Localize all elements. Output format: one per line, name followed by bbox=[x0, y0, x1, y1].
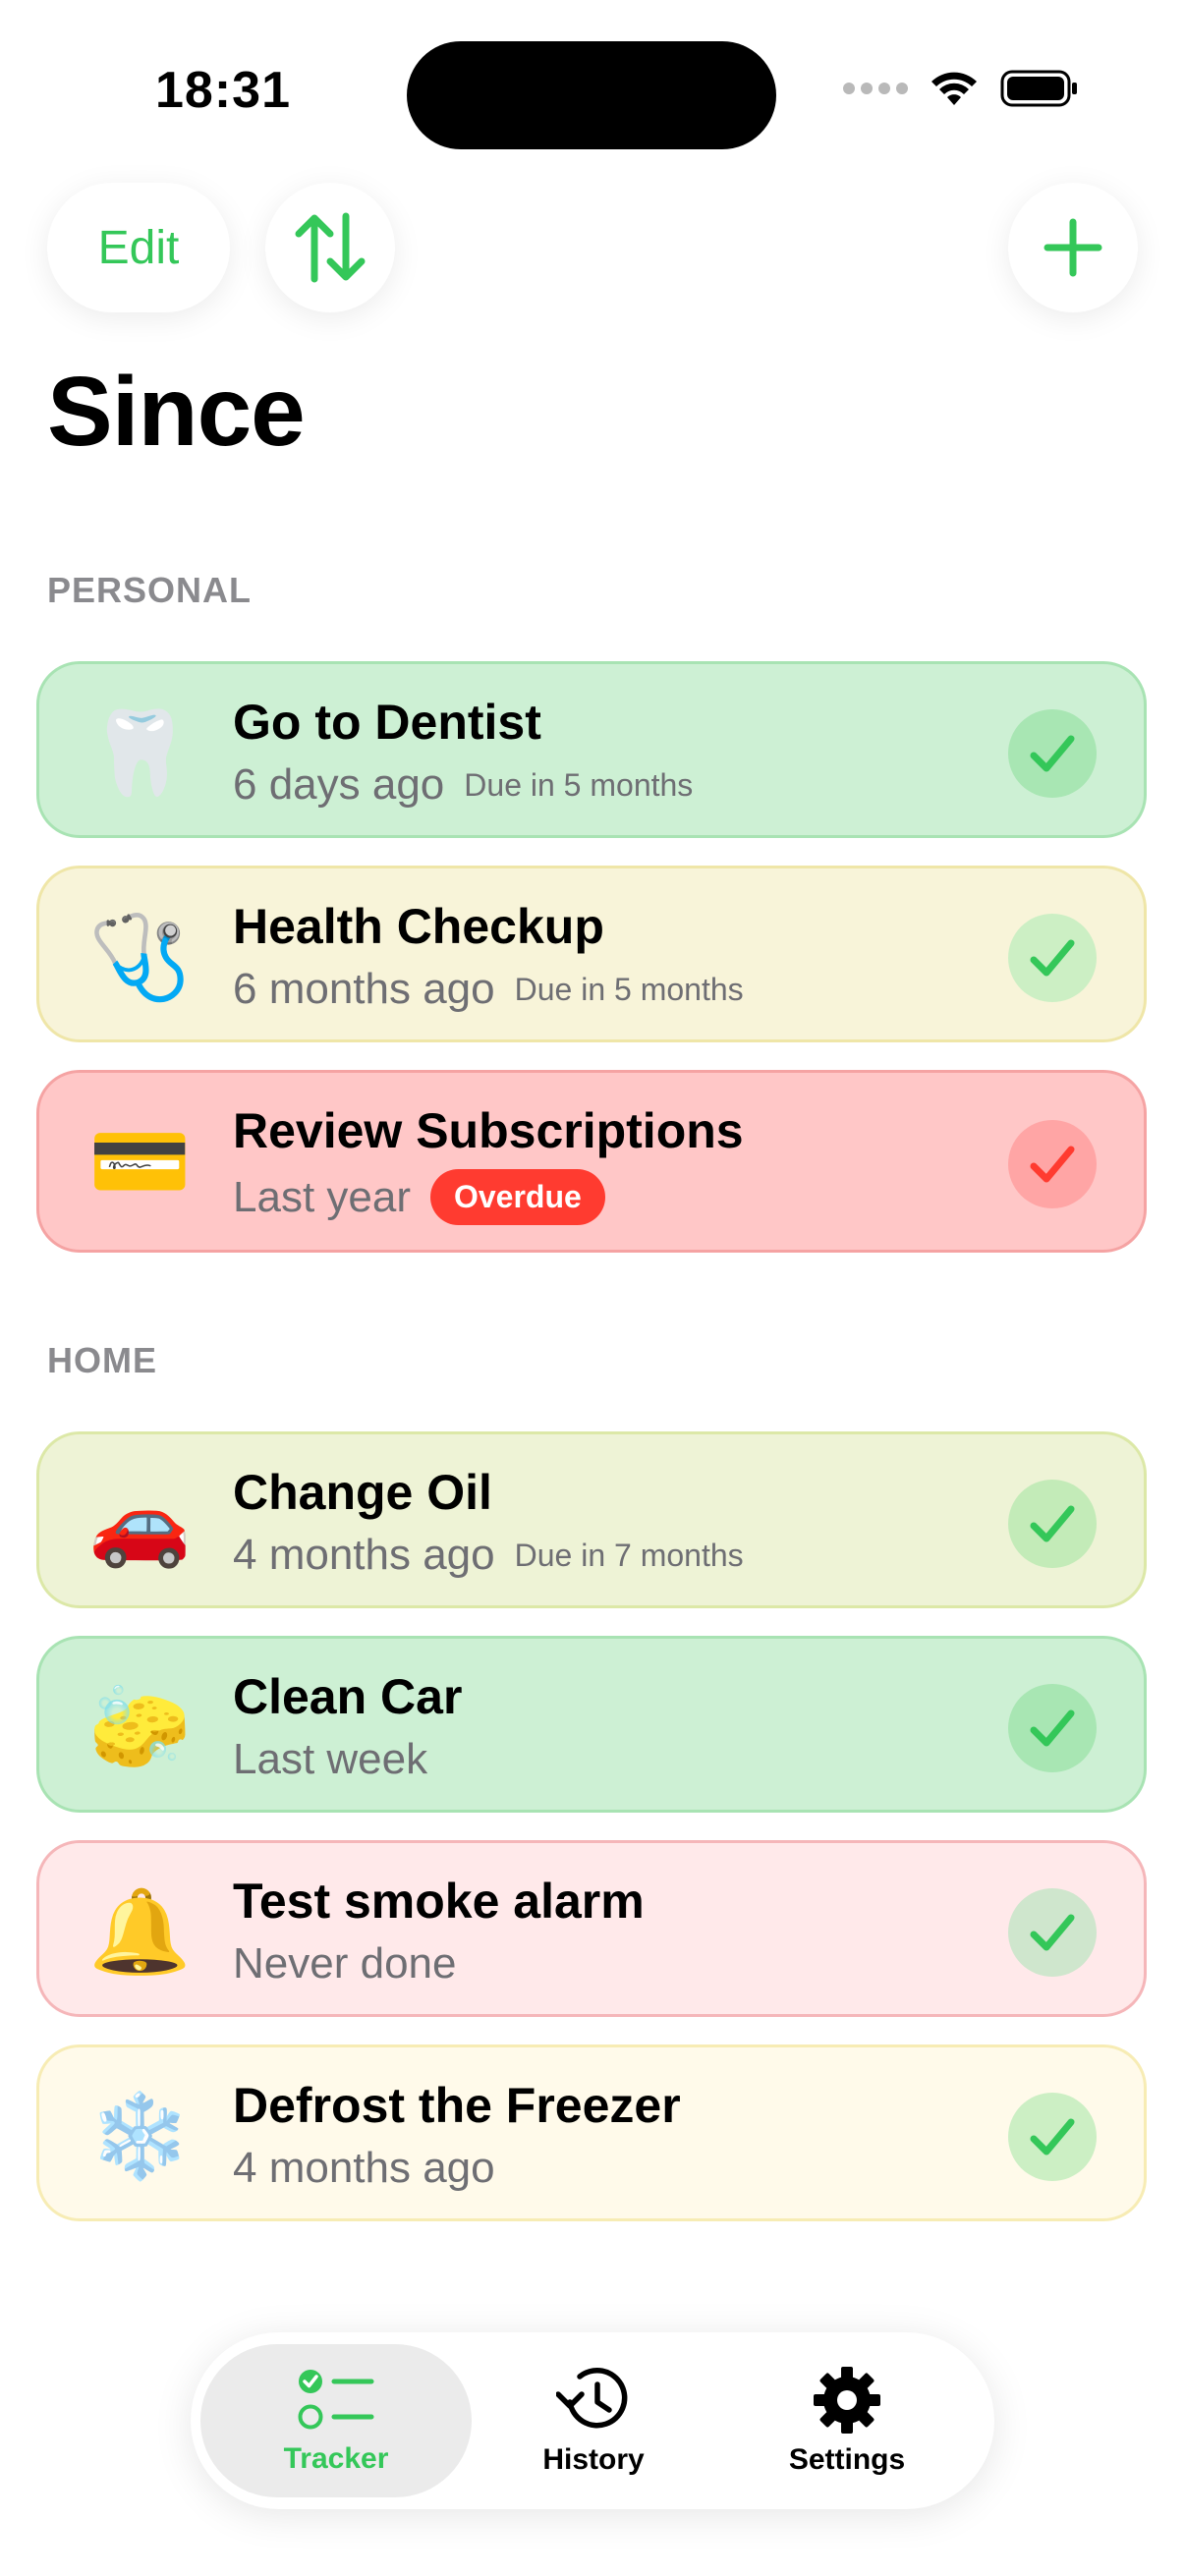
list-item[interactable]: 🧽 Clean Car Last week bbox=[36, 1636, 1147, 1813]
list-item[interactable]: 🩺 Health Checkup 6 months ago Due in 5 m… bbox=[36, 866, 1147, 1042]
checkmark-icon bbox=[1030, 939, 1075, 977]
item-title: Go to Dentist bbox=[233, 695, 541, 750]
section-header-personal: PERSONAL bbox=[47, 570, 253, 610]
list-item[interactable]: 🦷 Go to Dentist 6 days ago Due in 5 mont… bbox=[36, 661, 1147, 838]
checkmark-icon bbox=[1030, 1709, 1075, 1747]
tooth-icon: 🦷 bbox=[88, 706, 192, 799]
snowflake-icon: ❄️ bbox=[88, 2090, 192, 2182]
tab-settings[interactable]: Settings bbox=[711, 2344, 983, 2497]
item-title: Health Checkup bbox=[233, 899, 604, 954]
checkmark-icon bbox=[1030, 1505, 1075, 1542]
item-due: Due in 5 months bbox=[464, 766, 694, 803]
item-subtitle: 6 months ago Due in 5 months bbox=[233, 965, 744, 1014]
item-title: Review Subscriptions bbox=[233, 1103, 744, 1158]
item-subtitle: 4 months ago bbox=[233, 2144, 495, 2193]
checkmark-icon bbox=[1030, 2118, 1075, 2156]
item-subtitle: 4 months ago Due in 7 months bbox=[233, 1531, 744, 1580]
wifi-icon bbox=[931, 72, 977, 105]
add-button[interactable] bbox=[1008, 183, 1138, 312]
item-since: 6 days ago bbox=[233, 760, 445, 809]
item-subtitle: Never done bbox=[233, 1939, 456, 1988]
arrow-up-down-icon bbox=[295, 212, 366, 283]
checkmark-icon bbox=[1030, 735, 1075, 772]
item-since: Last year bbox=[233, 1172, 411, 1221]
item-subtitle: 6 days ago Due in 5 months bbox=[233, 760, 693, 810]
tab-history[interactable]: History bbox=[458, 2344, 729, 2497]
item-since: 4 months ago bbox=[233, 2144, 495, 2192]
clock-history-icon bbox=[556, 2368, 628, 2429]
sponge-icon: 🧽 bbox=[88, 1681, 192, 1773]
car-icon: 🚗 bbox=[88, 1477, 192, 1569]
checklist-icon bbox=[298, 2370, 374, 2430]
edit-button-label: Edit bbox=[97, 221, 180, 274]
item-subtitle: Last week bbox=[233, 1735, 427, 1784]
sort-button[interactable] bbox=[265, 183, 395, 312]
status-icons bbox=[843, 69, 1079, 108]
complete-button[interactable] bbox=[1008, 1480, 1097, 1568]
complete-button[interactable] bbox=[1008, 914, 1097, 1002]
item-since: 6 months ago bbox=[233, 965, 495, 1013]
section-header-home: HOME bbox=[47, 1340, 157, 1380]
list-item[interactable]: 🔔 Test smoke alarm Never done bbox=[36, 1840, 1147, 2017]
item-title: Test smoke alarm bbox=[233, 1874, 645, 1929]
bell-icon: 🔔 bbox=[88, 1885, 192, 1978]
checkmark-icon bbox=[1030, 1146, 1075, 1183]
complete-button[interactable] bbox=[1008, 1684, 1097, 1772]
gear-icon bbox=[814, 2367, 880, 2434]
checkmark-icon bbox=[1030, 1914, 1075, 1951]
item-title: Defrost the Freezer bbox=[233, 2078, 681, 2133]
plus-icon bbox=[1044, 218, 1102, 277]
screen: 18:31 Edit Since PERSONAL 🦷 Go to Dentis… bbox=[0, 0, 1185, 2576]
battery-icon bbox=[1000, 70, 1077, 107]
item-since: 4 months ago bbox=[233, 1531, 495, 1579]
item-title: Change Oil bbox=[233, 1465, 492, 1520]
page-title: Since bbox=[47, 357, 306, 467]
dynamic-island bbox=[407, 41, 776, 149]
complete-button[interactable] bbox=[1008, 1120, 1097, 1208]
credit-card-icon: 💳 bbox=[88, 1115, 192, 1207]
complete-button[interactable] bbox=[1008, 709, 1097, 798]
item-since: Never done bbox=[233, 1939, 457, 1988]
status-time: 18:31 bbox=[155, 62, 291, 119]
complete-button[interactable] bbox=[1008, 2093, 1097, 2181]
tab-tracker[interactable]: Tracker bbox=[200, 2344, 472, 2497]
overdue-badge: Overdue bbox=[429, 1169, 605, 1225]
item-subtitle: Last year Overdue bbox=[233, 1169, 605, 1225]
edit-button[interactable]: Edit bbox=[47, 183, 230, 312]
list-item[interactable]: 🚗 Change Oil 4 months ago Due in 7 month… bbox=[36, 1431, 1147, 1608]
item-since: Last week bbox=[233, 1735, 428, 1783]
list-item[interactable]: ❄️ Defrost the Freezer 4 months ago bbox=[36, 2044, 1147, 2221]
tab-label: Tracker bbox=[283, 2442, 389, 2475]
stethoscope-icon: 🩺 bbox=[88, 911, 192, 1003]
cellular-signal-icon bbox=[843, 83, 908, 94]
tab-label: History bbox=[542, 2443, 645, 2476]
complete-button[interactable] bbox=[1008, 1888, 1097, 1977]
item-due: Due in 7 months bbox=[514, 1537, 744, 1573]
item-title: Clean Car bbox=[233, 1669, 463, 1724]
item-due: Due in 5 months bbox=[514, 971, 744, 1007]
list-item[interactable]: 💳 Review Subscriptions Last year Overdue bbox=[36, 1070, 1147, 1253]
tab-label: Settings bbox=[788, 2443, 906, 2476]
tab-bar: Tracker History Settings bbox=[191, 2332, 994, 2509]
